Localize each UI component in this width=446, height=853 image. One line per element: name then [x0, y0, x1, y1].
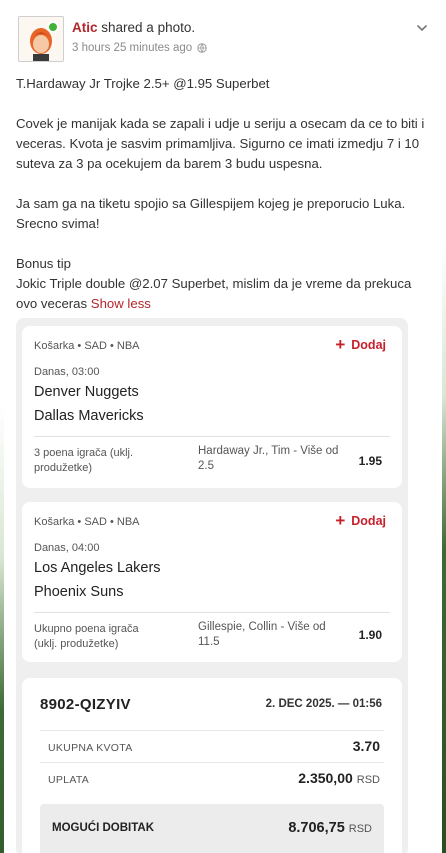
- match-time: Danas, 03:00: [34, 366, 100, 378]
- globe-icon: [197, 43, 207, 53]
- plus-icon: +: [335, 511, 346, 530]
- divider: [40, 762, 384, 763]
- post-header: Atic shared a photo. 3 hours 25 minutes …: [18, 14, 430, 64]
- post-paragraph: Ja sam ga na tiketu spojio sa Gillespije…: [16, 196, 406, 231]
- pick-name: Gillespie, Collin - Više od 11.5: [198, 621, 326, 648]
- avatar[interactable]: [18, 16, 64, 62]
- pick-name: Hardaway Jr., Tim - Više od 2.5: [198, 445, 339, 472]
- plus-icon: +: [335, 335, 346, 354]
- add-label: Dodaj: [351, 514, 386, 528]
- post-card: Atic shared a photo. 3 hours 25 minutes …: [4, 4, 442, 853]
- bonus-tip: Bonus tip Jokic Triple double @2.07 Super…: [16, 254, 430, 314]
- stake-value: 2.350,00 RSD: [298, 770, 380, 786]
- online-status-indicator: [47, 21, 59, 33]
- away-team: Dallas Mavericks: [34, 408, 144, 424]
- stake-label: UPLATA: [48, 774, 90, 786]
- match-meta: Košarka • SAD • NBA: [34, 340, 140, 352]
- ticket-code: 8902-QIZYIV: [40, 696, 131, 713]
- ticket-date: 2. DEC 2025. — 01:56: [265, 698, 382, 710]
- ticket-image[interactable]: Košarka • SAD • NBA + Dodaj Danas, 03:00…: [16, 318, 408, 853]
- possible-win-value: 8.706,75 RSD: [288, 820, 372, 836]
- divider: [34, 436, 390, 437]
- stake-amount: 2.350,00: [298, 770, 353, 786]
- show-less-link[interactable]: Show less: [91, 296, 151, 311]
- possible-win-box: MOGUĆI DOBITAK 8.706,75 RSD: [40, 804, 384, 853]
- away-team: Phoenix Suns: [34, 584, 124, 600]
- possible-win-label: MOGUĆI DOBITAK: [52, 822, 155, 834]
- pick-odd: 1.95: [358, 454, 382, 468]
- home-team: Denver Nuggets: [34, 384, 139, 400]
- match-time: Danas, 04:00: [34, 542, 100, 554]
- home-team: Los Angeles Lakers: [34, 560, 161, 576]
- chevron-down-icon[interactable]: [414, 20, 430, 36]
- bonus-tip-title: Bonus tip: [16, 256, 71, 271]
- bonus-tip-text: Jokic Triple double @2.07 Superbet, misl…: [16, 276, 412, 311]
- total-odds-label: UKUPNA KVOTA: [48, 742, 133, 754]
- possible-win-amount: 8.706,75: [288, 820, 345, 836]
- add-button: + Dodaj: [335, 335, 386, 354]
- add-label: Dodaj: [351, 338, 386, 352]
- market-name: 3 poena igrača (uklj. produžetke): [34, 447, 134, 474]
- pick-odd: 1.90: [358, 628, 382, 642]
- add-button: + Dodaj: [335, 511, 386, 530]
- author-name[interactable]: Atic: [72, 20, 98, 35]
- match-card: Košarka • SAD • NBA + Dodaj Danas, 04:00…: [22, 502, 402, 662]
- total-odds-value: 3.70: [352, 738, 380, 754]
- market-name: Ukupno poena igrača (uklj. produžetke): [34, 623, 139, 650]
- divider: [40, 730, 384, 731]
- match-card: Košarka • SAD • NBA + Dodaj Danas, 03:00…: [22, 326, 402, 488]
- post-body: T.Hardaway Jr Trojke 2.5+ @1.95 Superbet…: [16, 74, 430, 314]
- post-paragraph: T.Hardaway Jr Trojke 2.5+ @1.95 Superbet: [16, 76, 270, 91]
- currency: RSD: [348, 823, 372, 835]
- divider: [34, 612, 390, 613]
- match-meta: Košarka • SAD • NBA: [34, 516, 140, 528]
- post-timestamp[interactable]: 3 hours 25 minutes ago: [72, 42, 192, 54]
- currency: RSD: [356, 774, 380, 786]
- post-paragraph: Covek je manijak kada se zapali i udje u…: [16, 116, 425, 171]
- post-timestamp-row: 3 hours 25 minutes ago: [72, 42, 207, 54]
- post-action: shared a photo.: [101, 20, 196, 35]
- post-author-line: Atic shared a photo.: [72, 20, 195, 35]
- ticket-summary: 8902-QIZYIV 2. DEC 2025. — 01:56 UKUPNA …: [22, 678, 402, 853]
